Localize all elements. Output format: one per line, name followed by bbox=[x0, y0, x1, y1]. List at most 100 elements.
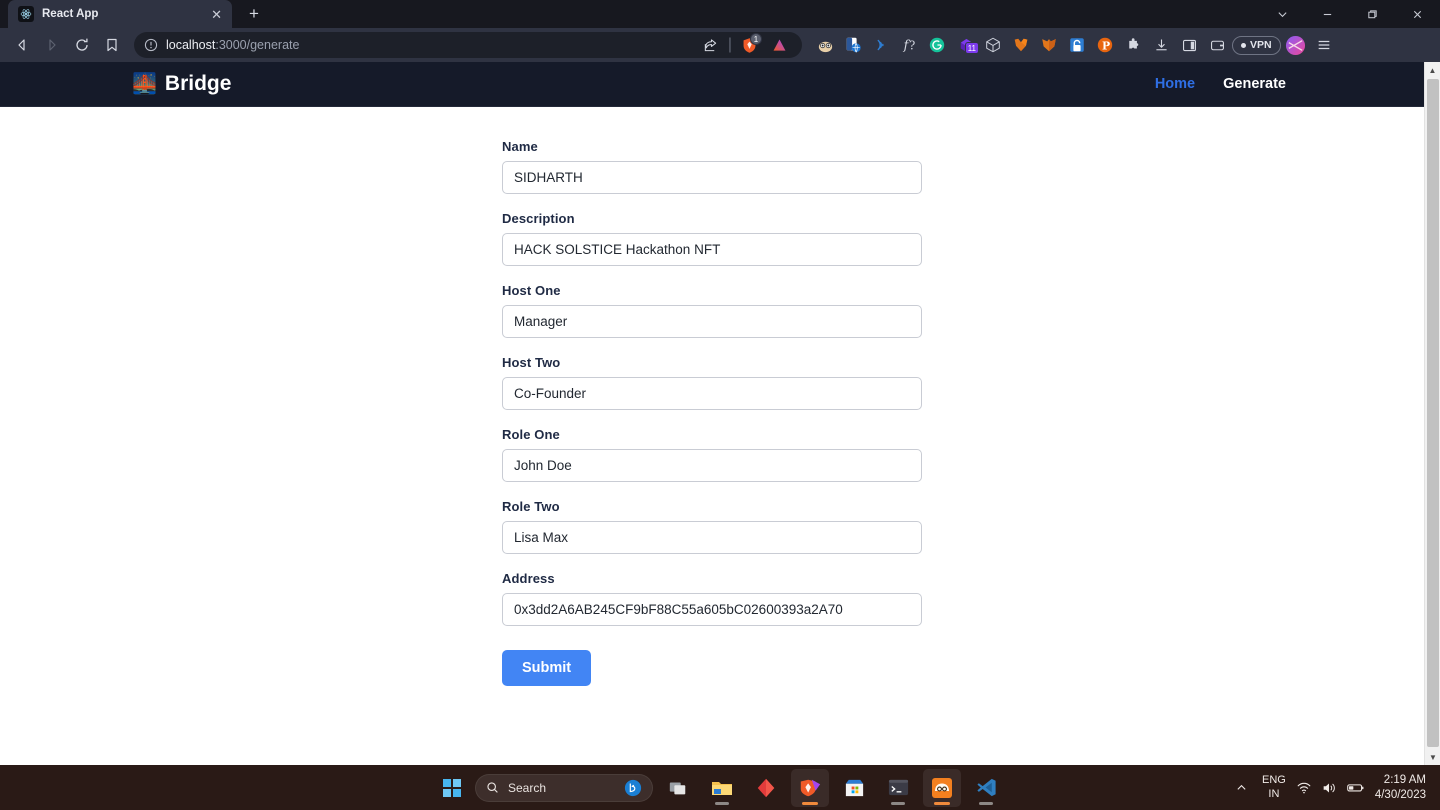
language-indicator[interactable]: ENG IN bbox=[1262, 774, 1286, 802]
generate-nft-form: Name Description Host One Host Two Role bbox=[502, 139, 922, 686]
shields-count-badge: 1 bbox=[750, 33, 762, 45]
vpn-status-dot bbox=[1241, 42, 1246, 48]
task-view-icon[interactable] bbox=[659, 769, 697, 807]
submit-button[interactable]: Submit bbox=[502, 650, 592, 686]
password-manager-icon[interactable] bbox=[1064, 32, 1090, 58]
nav-link-home[interactable]: Home bbox=[1155, 76, 1195, 92]
translate-icon[interactable] bbox=[812, 32, 838, 58]
wifi-icon[interactable] bbox=[1296, 780, 1312, 796]
extensions-puzzle-icon[interactable] bbox=[1120, 32, 1146, 58]
svg-text:P: P bbox=[1102, 40, 1110, 53]
ruby-gem-icon[interactable] bbox=[747, 769, 785, 807]
brave-shields-icon[interactable]: 1 bbox=[736, 32, 762, 58]
input-role-one[interactable] bbox=[502, 449, 922, 482]
fox-wallet-icon[interactable] bbox=[1008, 32, 1034, 58]
terminal-icon[interactable] bbox=[879, 769, 917, 807]
app-running-indicator bbox=[934, 801, 950, 805]
nav-link-generate[interactable]: Generate bbox=[1223, 76, 1286, 92]
maximize-icon[interactable] bbox=[1350, 0, 1395, 28]
taskbar-center-group: Search bbox=[435, 768, 1005, 807]
brave-browser-icon[interactable] bbox=[791, 768, 829, 807]
office-translate-icon[interactable] bbox=[840, 32, 866, 58]
bridge-at-night-icon: 🌉 bbox=[132, 73, 157, 95]
tab-search-chevron-icon[interactable] bbox=[1260, 0, 1305, 28]
input-name[interactable] bbox=[502, 161, 922, 194]
browser-window: React App ✕ + localhost:3000/generate | … bbox=[0, 0, 1440, 765]
reload-icon[interactable] bbox=[68, 31, 96, 59]
input-description[interactable] bbox=[502, 233, 922, 266]
bing-chat-icon[interactable] bbox=[624, 779, 642, 797]
back-arrow-icon[interactable] bbox=[8, 31, 36, 59]
react-logo-icon bbox=[18, 6, 34, 22]
label-name: Name bbox=[502, 139, 538, 154]
volume-icon[interactable] bbox=[1321, 780, 1337, 796]
bookmark-manager-icon[interactable]: 11 bbox=[952, 32, 979, 58]
input-host-two[interactable] bbox=[502, 377, 922, 410]
grammarly-icon[interactable] bbox=[924, 32, 950, 58]
page-scrollbar[interactable]: ▲ ▼ bbox=[1424, 62, 1440, 765]
cube-icon[interactable] bbox=[980, 32, 1006, 58]
site-info-icon[interactable] bbox=[144, 38, 158, 52]
app-running-indicator bbox=[715, 801, 729, 805]
clock[interactable]: 2:19 AM 4/30/2023 bbox=[1375, 773, 1432, 803]
wifi-cast-icon[interactable] bbox=[868, 32, 894, 58]
language-line-1: ENG bbox=[1261, 773, 1286, 786]
bookmark-count-badge: 11 bbox=[964, 42, 979, 54]
scroll-down-arrow-icon[interactable]: ▼ bbox=[1425, 749, 1440, 765]
svg-text:?: ? bbox=[909, 39, 915, 53]
app-brand[interactable]: 🌉 Bridge bbox=[132, 72, 231, 96]
app-running-indicator bbox=[802, 801, 818, 805]
field-description: Description bbox=[502, 211, 922, 266]
scrollbar-thumb[interactable] bbox=[1427, 79, 1439, 747]
microsoft-store-icon[interactable] bbox=[835, 769, 873, 807]
forward-arrow-icon[interactable] bbox=[38, 31, 66, 59]
windows-taskbar: Search ENG IN 2:19 AM 4/30/2023 bbox=[0, 765, 1440, 810]
address-bar-text: localhost:3000/generate bbox=[166, 38, 299, 52]
downloads-icon[interactable] bbox=[1148, 32, 1174, 58]
input-role-two[interactable] bbox=[502, 521, 922, 554]
taskbar-search-box[interactable]: Search bbox=[475, 773, 653, 802]
language-line-2: IN bbox=[1268, 787, 1280, 800]
minimize-icon[interactable] bbox=[1305, 0, 1350, 28]
label-host-two: Host Two bbox=[502, 355, 561, 370]
app-nav-links: Home Generate bbox=[1155, 76, 1286, 92]
input-host-one[interactable] bbox=[502, 305, 922, 338]
hamburger-menu-icon[interactable] bbox=[1311, 32, 1337, 58]
sidebar-icon[interactable] bbox=[1176, 32, 1202, 58]
extension-icons: f ? 11 P VPN bbox=[804, 32, 1337, 58]
metamask-fox-icon[interactable] bbox=[1036, 32, 1062, 58]
tab-title: React App bbox=[42, 8, 99, 20]
profile-avatar-icon[interactable] bbox=[1283, 32, 1309, 58]
system-tray: ENG IN 2:19 AM 4/30/2023 bbox=[1231, 773, 1432, 803]
label-description: Description bbox=[502, 211, 575, 226]
label-role-one: Role One bbox=[502, 427, 560, 442]
input-address[interactable] bbox=[502, 593, 922, 626]
battery-icon[interactable] bbox=[1346, 778, 1365, 797]
brave-leo-icon[interactable] bbox=[766, 32, 792, 58]
url-path: :3000/generate bbox=[215, 38, 300, 52]
app-navbar: 🌉 Bridge Home Generate bbox=[0, 62, 1440, 107]
address-bar[interactable]: localhost:3000/generate | 1 bbox=[134, 32, 802, 58]
wallet-icon[interactable] bbox=[1204, 32, 1230, 58]
scroll-up-arrow-icon[interactable]: ▲ bbox=[1425, 62, 1440, 78]
show-hidden-icons-chevron[interactable] bbox=[1231, 782, 1252, 793]
app-running-indicator bbox=[891, 801, 905, 805]
tab-close-icon[interactable]: ✕ bbox=[209, 8, 224, 21]
field-host-one: Host One bbox=[502, 283, 922, 338]
field-role-two: Role Two bbox=[502, 499, 922, 554]
vs-code-icon[interactable] bbox=[967, 769, 1005, 807]
function-icon[interactable]: f ? bbox=[896, 32, 922, 58]
browser-tab[interactable]: React App ✕ bbox=[8, 0, 232, 28]
new-tab-button[interactable]: + bbox=[240, 1, 268, 27]
url-host: localhost bbox=[166, 38, 216, 52]
vpn-toggle[interactable]: VPN bbox=[1232, 35, 1281, 55]
label-role-two: Role Two bbox=[502, 499, 560, 514]
pinterest-icon[interactable]: P bbox=[1092, 32, 1118, 58]
tray-status-icons[interactable] bbox=[1296, 778, 1365, 797]
windows-start-icon[interactable] bbox=[435, 771, 469, 805]
window-close-icon[interactable] bbox=[1395, 0, 1440, 28]
hardhat-icon[interactable] bbox=[923, 768, 961, 807]
file-explorer-icon[interactable] bbox=[703, 769, 741, 807]
bookmark-icon[interactable] bbox=[98, 31, 126, 59]
share-icon[interactable] bbox=[698, 32, 724, 58]
